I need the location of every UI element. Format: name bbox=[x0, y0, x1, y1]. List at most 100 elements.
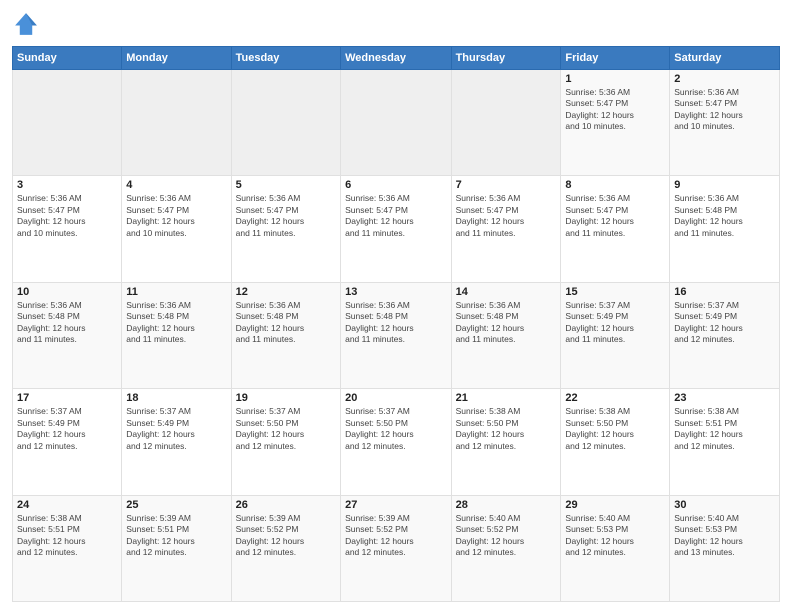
day-number: 18 bbox=[126, 392, 226, 404]
day-number: 25 bbox=[126, 499, 226, 511]
day-info: Sunrise: 5:37 AM Sunset: 5:50 PM Dayligh… bbox=[236, 406, 336, 452]
calendar-cell: 26 Sunrise: 5:39 AM Sunset: 5:52 PM Dayli… bbox=[231, 495, 340, 601]
day-number: 2 bbox=[674, 73, 775, 85]
day-number: 26 bbox=[236, 499, 336, 511]
calendar-cell bbox=[231, 70, 340, 176]
day-number: 23 bbox=[674, 392, 775, 404]
calendar-week-0: 1 Sunrise: 5:36 AM Sunset: 5:47 PM Daylig… bbox=[13, 70, 780, 176]
weekday-header-friday: Friday bbox=[561, 47, 670, 70]
calendar-week-4: 24Sunrise: 5:38 AM Sunset: 5:51 PM Dayli… bbox=[13, 495, 780, 601]
calendar-cell: 20 Sunrise: 5:37 AM Sunset: 5:50 PM Dayli… bbox=[341, 389, 451, 495]
day-info: Sunrise: 5:36 AM Sunset: 5:48 PM Dayligh… bbox=[236, 300, 336, 346]
calendar-cell: 19 Sunrise: 5:37 AM Sunset: 5:50 PM Dayli… bbox=[231, 389, 340, 495]
day-number: 30 bbox=[674, 499, 775, 511]
day-info: Sunrise: 5:38 AM Sunset: 5:50 PM Dayligh… bbox=[456, 406, 557, 452]
day-info: Sunrise: 5:36 AM Sunset: 5:47 PM Dayligh… bbox=[17, 193, 117, 239]
day-info: Sunrise: 5:39 AM Sunset: 5:52 PM Dayligh… bbox=[345, 513, 446, 559]
calendar-cell: 18 Sunrise: 5:37 AM Sunset: 5:49 PM Dayli… bbox=[122, 389, 231, 495]
weekday-header-monday: Monday bbox=[122, 47, 231, 70]
calendar-week-1: 3Sunrise: 5:36 AM Sunset: 5:47 PM Daylig… bbox=[13, 176, 780, 282]
day-info: Sunrise: 5:38 AM Sunset: 5:51 PM Dayligh… bbox=[17, 513, 117, 559]
calendar-cell: 15 Sunrise: 5:37 AM Sunset: 5:49 PM Dayli… bbox=[561, 282, 670, 388]
calendar-cell: 12 Sunrise: 5:36 AM Sunset: 5:48 PM Dayli… bbox=[231, 282, 340, 388]
weekday-header-tuesday: Tuesday bbox=[231, 47, 340, 70]
day-number: 13 bbox=[345, 286, 446, 298]
day-number: 11 bbox=[126, 286, 226, 298]
day-info: Sunrise: 5:38 AM Sunset: 5:51 PM Dayligh… bbox=[674, 406, 775, 452]
calendar-cell: 29 Sunrise: 5:40 AM Sunset: 5:53 PM Dayli… bbox=[561, 495, 670, 601]
day-info: Sunrise: 5:37 AM Sunset: 5:49 PM Dayligh… bbox=[674, 300, 775, 346]
day-info: Sunrise: 5:36 AM Sunset: 5:47 PM Dayligh… bbox=[565, 193, 665, 239]
calendar-cell: 11 Sunrise: 5:36 AM Sunset: 5:48 PM Dayli… bbox=[122, 282, 231, 388]
day-number: 22 bbox=[565, 392, 665, 404]
day-number: 7 bbox=[456, 179, 557, 191]
day-info: Sunrise: 5:36 AM Sunset: 5:48 PM Dayligh… bbox=[456, 300, 557, 346]
day-info: Sunrise: 5:36 AM Sunset: 5:47 PM Dayligh… bbox=[126, 193, 226, 239]
day-number: 21 bbox=[456, 392, 557, 404]
day-number: 15 bbox=[565, 286, 665, 298]
calendar-cell: 10 Sunrise: 5:36 AM Sunset: 5:48 PM Dayli… bbox=[13, 282, 122, 388]
day-number: 19 bbox=[236, 392, 336, 404]
day-number: 28 bbox=[456, 499, 557, 511]
calendar-cell: 9Sunrise: 5:36 AM Sunset: 5:48 PM Daylig… bbox=[670, 176, 780, 282]
calendar-cell: 16 Sunrise: 5:37 AM Sunset: 5:49 PM Dayli… bbox=[670, 282, 780, 388]
calendar-cell: 4Sunrise: 5:36 AM Sunset: 5:47 PM Daylig… bbox=[122, 176, 231, 282]
calendar-cell: 2Sunrise: 5:36 AM Sunset: 5:47 PM Daylig… bbox=[670, 70, 780, 176]
logo-icon bbox=[12, 10, 40, 38]
day-info: Sunrise: 5:36 AM Sunset: 5:48 PM Dayligh… bbox=[17, 300, 117, 346]
day-info: Sunrise: 5:40 AM Sunset: 5:52 PM Dayligh… bbox=[456, 513, 557, 559]
calendar-cell: 5 Sunrise: 5:36 AM Sunset: 5:47 PM Daylig… bbox=[231, 176, 340, 282]
calendar: SundayMondayTuesdayWednesdayThursdayFrid… bbox=[12, 46, 780, 602]
day-number: 16 bbox=[674, 286, 775, 298]
day-number: 12 bbox=[236, 286, 336, 298]
day-info: Sunrise: 5:36 AM Sunset: 5:48 PM Dayligh… bbox=[345, 300, 446, 346]
calendar-cell: 7 Sunrise: 5:36 AM Sunset: 5:47 PM Daylig… bbox=[451, 176, 561, 282]
day-info: Sunrise: 5:37 AM Sunset: 5:49 PM Dayligh… bbox=[565, 300, 665, 346]
calendar-cell: 14 Sunrise: 5:36 AM Sunset: 5:48 PM Dayli… bbox=[451, 282, 561, 388]
weekday-header-wednesday: Wednesday bbox=[341, 47, 451, 70]
header bbox=[12, 10, 780, 38]
calendar-cell: 25 Sunrise: 5:39 AM Sunset: 5:51 PM Dayli… bbox=[122, 495, 231, 601]
day-info: Sunrise: 5:40 AM Sunset: 5:53 PM Dayligh… bbox=[674, 513, 775, 559]
calendar-cell bbox=[341, 70, 451, 176]
day-info: Sunrise: 5:39 AM Sunset: 5:51 PM Dayligh… bbox=[126, 513, 226, 559]
logo bbox=[12, 10, 44, 38]
day-number: 29 bbox=[565, 499, 665, 511]
weekday-header-saturday: Saturday bbox=[670, 47, 780, 70]
day-info: Sunrise: 5:37 AM Sunset: 5:49 PM Dayligh… bbox=[126, 406, 226, 452]
day-number: 5 bbox=[236, 179, 336, 191]
calendar-cell bbox=[13, 70, 122, 176]
day-number: 27 bbox=[345, 499, 446, 511]
calendar-cell: 23 Sunrise: 5:38 AM Sunset: 5:51 PM Dayli… bbox=[670, 389, 780, 495]
calendar-cell: 28 Sunrise: 5:40 AM Sunset: 5:52 PM Dayli… bbox=[451, 495, 561, 601]
calendar-cell: 27 Sunrise: 5:39 AM Sunset: 5:52 PM Dayli… bbox=[341, 495, 451, 601]
calendar-cell: 1 Sunrise: 5:36 AM Sunset: 5:47 PM Daylig… bbox=[561, 70, 670, 176]
day-info: Sunrise: 5:37 AM Sunset: 5:49 PM Dayligh… bbox=[17, 406, 117, 452]
calendar-week-2: 10 Sunrise: 5:36 AM Sunset: 5:48 PM Dayli… bbox=[13, 282, 780, 388]
weekday-header-thursday: Thursday bbox=[451, 47, 561, 70]
calendar-cell: 17Sunrise: 5:37 AM Sunset: 5:49 PM Dayli… bbox=[13, 389, 122, 495]
calendar-cell: 21 Sunrise: 5:38 AM Sunset: 5:50 PM Dayli… bbox=[451, 389, 561, 495]
day-info: Sunrise: 5:36 AM Sunset: 5:48 PM Dayligh… bbox=[126, 300, 226, 346]
day-number: 9 bbox=[674, 179, 775, 191]
day-info: Sunrise: 5:36 AM Sunset: 5:47 PM Dayligh… bbox=[345, 193, 446, 239]
day-number: 6 bbox=[345, 179, 446, 191]
day-info: Sunrise: 5:37 AM Sunset: 5:50 PM Dayligh… bbox=[345, 406, 446, 452]
weekday-header-row: SundayMondayTuesdayWednesdayThursdayFrid… bbox=[13, 47, 780, 70]
day-info: Sunrise: 5:36 AM Sunset: 5:47 PM Dayligh… bbox=[236, 193, 336, 239]
calendar-cell bbox=[122, 70, 231, 176]
day-info: Sunrise: 5:39 AM Sunset: 5:52 PM Dayligh… bbox=[236, 513, 336, 559]
day-info: Sunrise: 5:40 AM Sunset: 5:53 PM Dayligh… bbox=[565, 513, 665, 559]
day-info: Sunrise: 5:36 AM Sunset: 5:47 PM Dayligh… bbox=[565, 87, 665, 133]
day-info: Sunrise: 5:36 AM Sunset: 5:47 PM Dayligh… bbox=[456, 193, 557, 239]
calendar-cell: 24Sunrise: 5:38 AM Sunset: 5:51 PM Dayli… bbox=[13, 495, 122, 601]
calendar-cell: 22Sunrise: 5:38 AM Sunset: 5:50 PM Dayli… bbox=[561, 389, 670, 495]
calendar-cell: 6 Sunrise: 5:36 AM Sunset: 5:47 PM Daylig… bbox=[341, 176, 451, 282]
calendar-cell bbox=[451, 70, 561, 176]
day-number: 20 bbox=[345, 392, 446, 404]
calendar-week-3: 17Sunrise: 5:37 AM Sunset: 5:49 PM Dayli… bbox=[13, 389, 780, 495]
weekday-header-sunday: Sunday bbox=[13, 47, 122, 70]
day-number: 1 bbox=[565, 73, 665, 85]
day-number: 10 bbox=[17, 286, 117, 298]
day-number: 14 bbox=[456, 286, 557, 298]
